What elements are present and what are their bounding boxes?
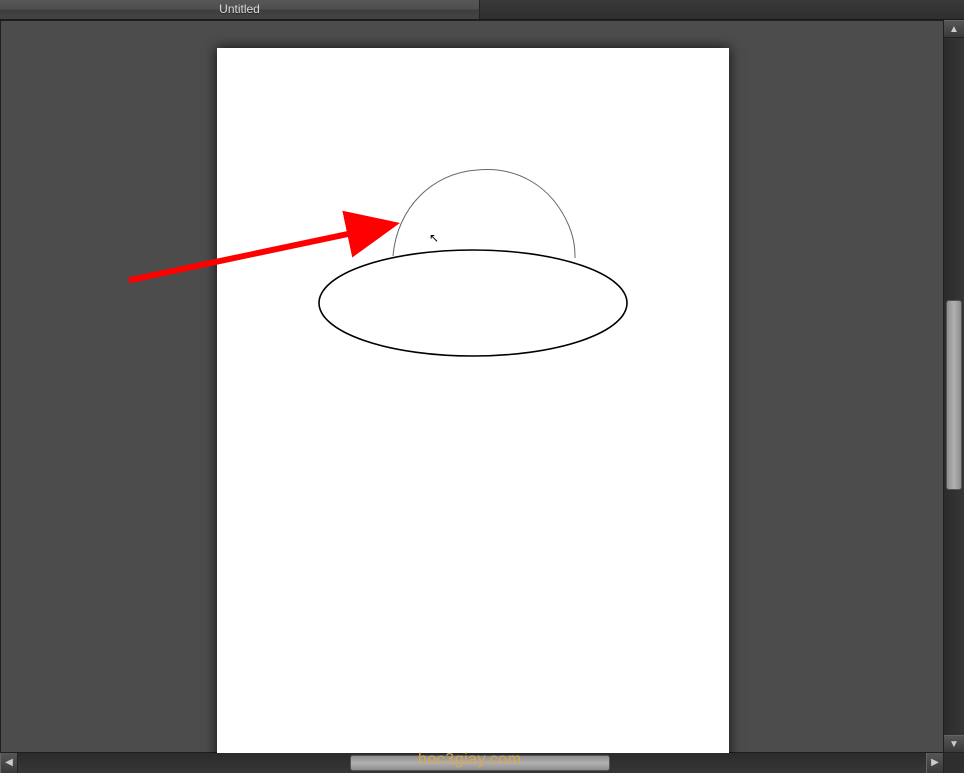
vertical-scrollbar[interactable]: ▲ ▼ — [944, 20, 964, 753]
hat-brim — [319, 250, 627, 356]
vertical-scroll-thumb[interactable] — [946, 300, 962, 490]
sketch-drawing — [217, 48, 729, 768]
scrollbar-corner — [944, 753, 964, 773]
scroll-left-button[interactable]: ◀ — [0, 753, 18, 773]
tab-bar: Untitled — [0, 0, 964, 20]
scroll-down-button[interactable]: ▼ — [944, 735, 964, 753]
scroll-right-button[interactable]: ▶ — [926, 753, 944, 773]
scroll-up-button[interactable]: ▲ — [944, 20, 964, 38]
drawing-canvas[interactable]: ↖ — [217, 48, 729, 768]
horizontal-scroll-thumb[interactable] — [350, 755, 610, 771]
tab-title: Untitled — [219, 2, 260, 16]
pointer-cursor-icon: ↖ — [429, 232, 439, 244]
horizontal-scrollbar[interactable]: ◀ ▶ — [0, 753, 944, 773]
canvas-viewport: ↖ — [0, 20, 944, 753]
hat-dome — [393, 169, 575, 258]
document-tab[interactable]: Untitled — [0, 0, 480, 19]
